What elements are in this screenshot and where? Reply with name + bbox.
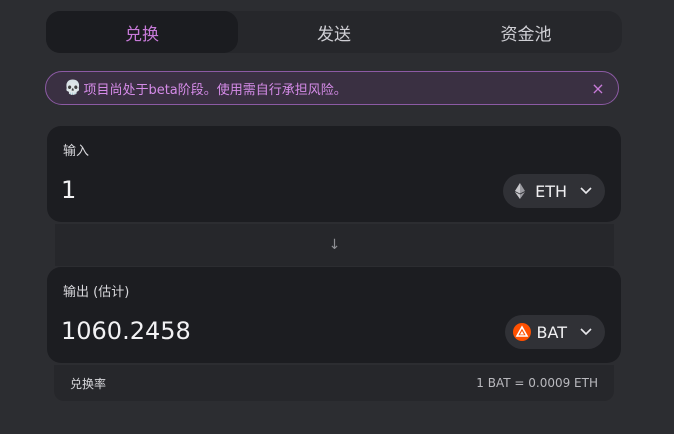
exchange-rate-label: 兑换率 (70, 376, 107, 391)
output-token-selector[interactable]: BAT (504, 315, 605, 349)
eth-icon (511, 182, 529, 200)
input-label: 输入 (63, 144, 90, 159)
skull-icon: 💀 (64, 80, 82, 96)
output-amount-field[interactable] (61, 317, 361, 345)
input-amount-field[interactable] (61, 176, 361, 204)
beta-warning-text: 项目尚处于beta阶段。使用需自行承担风险。 (83, 82, 347, 98)
exchange-rate-value: 1 BAT = 0.0009 ETH (476, 376, 598, 390)
arrow-down-icon[interactable]: ↓ (329, 237, 341, 253)
exchange-rate-row: 兑换率 1 BAT = 0.0009 ETH (54, 365, 614, 401)
close-icon[interactable]: × (588, 78, 608, 98)
chevron-down-icon (579, 184, 593, 198)
chevron-down-icon (579, 325, 593, 339)
output-label: 输出 (估计) (63, 285, 130, 300)
beta-warning-banner: 💀 项目尚处于beta阶段。使用需自行承担风险。 × (45, 71, 619, 105)
tab-bar: 兑换 发送 资金池 (46, 11, 622, 53)
tab-pool[interactable]: 资金池 (430, 11, 622, 53)
output-token-symbol: BAT (536, 322, 567, 342)
swap-divider: ↓ (55, 224, 614, 266)
input-card: 输入 ETH (47, 126, 621, 222)
tab-swap[interactable]: 兑换 (46, 11, 238, 53)
input-token-symbol: ETH (535, 181, 567, 201)
tab-send[interactable]: 发送 (238, 11, 430, 53)
input-token-selector[interactable]: ETH (503, 174, 605, 208)
bat-icon (512, 323, 531, 341)
output-card: 输出 (估计) BAT (47, 267, 621, 363)
